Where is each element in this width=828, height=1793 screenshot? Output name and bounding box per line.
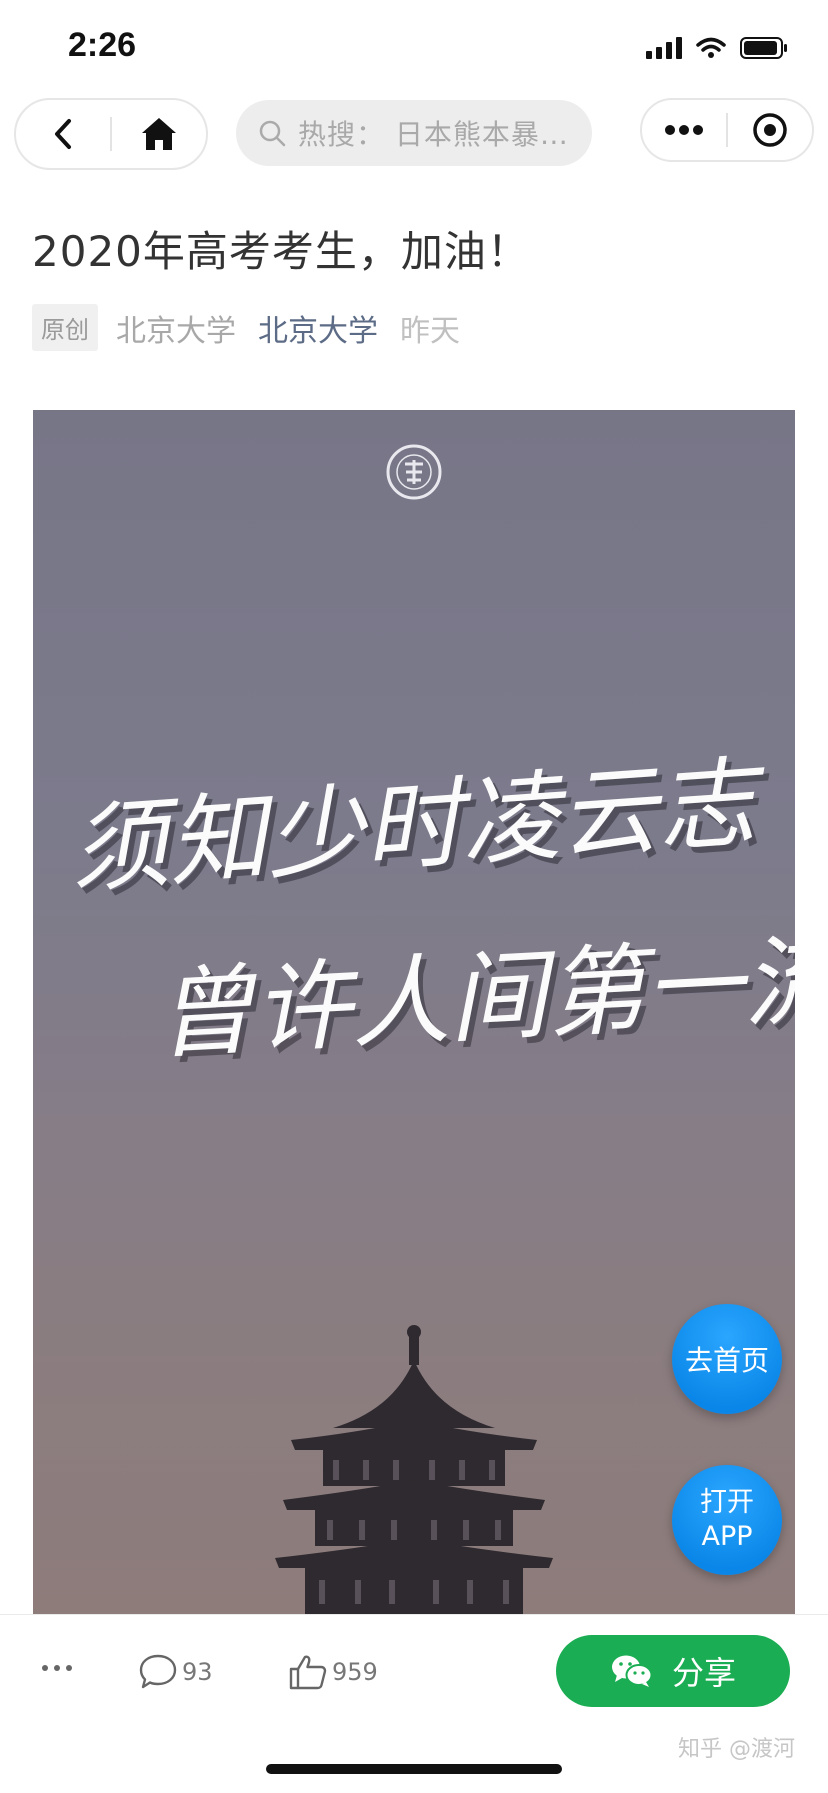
original-badge: 原创 <box>32 304 98 351</box>
top-nav: 热搜： 日本熊本暴… <box>0 98 828 174</box>
university-seal-icon <box>386 444 442 500</box>
calligraphy-line-1: 须知少时凌云志 <box>67 746 771 908</box>
nav-capsule-right <box>640 98 814 162</box>
status-icons <box>646 36 788 60</box>
open-app-label-line1: 打开 <box>700 1487 754 1518</box>
like-button[interactable]: 959 <box>288 1653 378 1691</box>
search-bar[interactable]: 热搜： 日本熊本暴… <box>236 100 592 166</box>
home-button[interactable] <box>112 100 206 168</box>
go-home-button[interactable]: 去首页 <box>672 1304 782 1414</box>
comment-count: 93 <box>182 1658 213 1686</box>
article-author: 北京大学 <box>116 313 236 349</box>
chevron-left-icon <box>55 119 71 149</box>
thumbs-up-icon <box>289 1655 327 1690</box>
search-hint: 热搜： 日本熊本暴… <box>298 118 569 151</box>
zhihu-watermark: 知乎 @渡河 <box>678 1737 795 1762</box>
home-indicator[interactable] <box>266 1764 562 1774</box>
pagoda-silhouette <box>275 1325 553 1615</box>
nav-capsule-left <box>14 98 208 170</box>
comment-bubble-icon <box>139 1654 177 1689</box>
battery-icon <box>740 36 788 60</box>
comment-button[interactable]: 93 <box>138 1653 213 1691</box>
home-icon <box>141 118 176 150</box>
article-poster-image: 须知少时凌云志 须知少时凌云志 曾许人间第一流 曾许人间第一流 <box>33 410 795 1615</box>
like-count: 959 <box>332 1658 378 1686</box>
more-dots-icon <box>665 125 703 135</box>
publish-time: 昨天 <box>400 313 460 349</box>
more-options-icon[interactable] <box>42 1665 72 1671</box>
wechat-icon <box>611 1655 653 1687</box>
cellular-signal-icon <box>646 37 682 59</box>
share-label: 分享 <box>671 1654 736 1692</box>
search-icon <box>259 120 286 147</box>
back-button[interactable] <box>16 100 110 168</box>
article-title: 2020年高考考生，加油！ <box>32 227 530 276</box>
status-bar: 2:26 <box>0 0 828 96</box>
target-close-icon <box>753 113 787 147</box>
share-button[interactable]: 分享 <box>556 1635 790 1707</box>
calligraphy-artwork: 须知少时凌云志 须知少时凌云志 曾许人间第一流 曾许人间第一流 <box>67 746 795 1079</box>
open-app-label-line2: APP <box>701 1521 753 1552</box>
poster-artwork: 须知少时凌云志 须知少时凌云志 曾许人间第一流 曾许人间第一流 <box>67 444 795 1615</box>
wifi-icon <box>696 37 726 59</box>
more-menu-button[interactable] <box>642 100 726 160</box>
status-time: 2:26 <box>68 26 137 64</box>
open-app-button[interactable]: 打开 APP <box>672 1465 782 1575</box>
close-miniprogram-button[interactable] <box>728 100 812 160</box>
account-link[interactable]: 北京大学 <box>258 306 378 350</box>
article-meta: 原创 北京大学 北京大学 昨天 <box>32 304 460 351</box>
